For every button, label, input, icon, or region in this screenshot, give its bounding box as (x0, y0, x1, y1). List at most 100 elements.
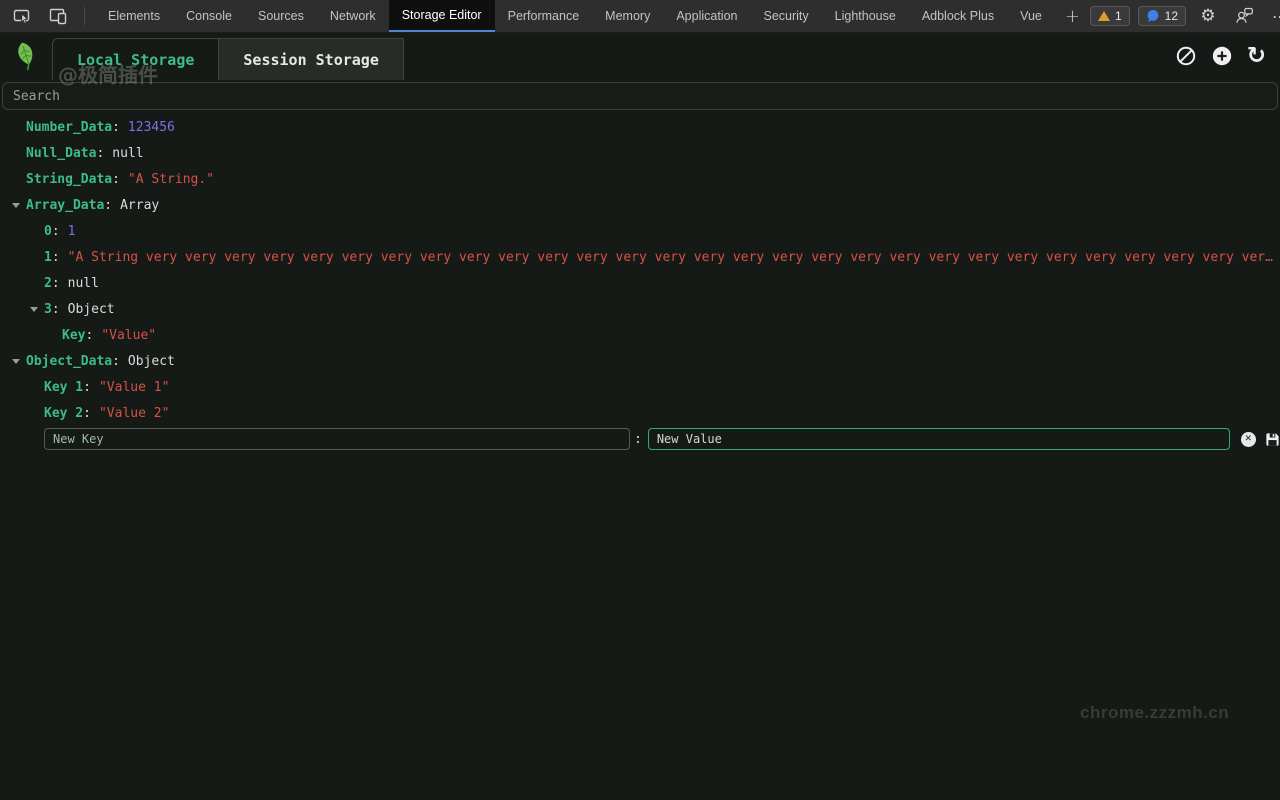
tree-colon: : (96, 146, 104, 161)
tree-key: Key 1 (44, 380, 83, 395)
tree-row[interactable]: 3: Object (0, 296, 1280, 322)
devtools-tab-vue[interactable]: Vue (1007, 0, 1055, 32)
tree-colon: : (104, 198, 112, 213)
tree-row[interactable]: Key 2: "Value 2" (0, 400, 1280, 426)
tree-key: 0 (44, 224, 52, 239)
refresh-icon[interactable]: ↻ (1247, 43, 1266, 69)
tree-value: "A String." (128, 172, 214, 187)
feedback-icon[interactable] (1230, 3, 1258, 29)
tree-row[interactable]: 2: null (0, 270, 1280, 296)
tree-colon: : (52, 302, 60, 317)
caret-down-icon[interactable] (28, 307, 44, 312)
inspect-element-icon[interactable] (8, 3, 36, 29)
issues-badge[interactable]: 12 (1138, 6, 1186, 26)
tree-key: 3 (44, 302, 52, 317)
issues-bubble-icon (1146, 9, 1160, 23)
devtools-tab-lighthouse[interactable]: Lighthouse (822, 0, 909, 32)
search-bar (0, 80, 1280, 112)
devtools-tab-adblock-plus[interactable]: Adblock Plus (909, 0, 1007, 32)
tree-key: 1 (44, 250, 52, 265)
tree-value: "Value 2" (99, 406, 169, 421)
devtools-tab-memory[interactable]: Memory (592, 0, 663, 32)
devtools-tab-sources[interactable]: Sources (245, 0, 317, 32)
settings-gear-icon[interactable]: ⚙ (1194, 3, 1222, 29)
caret-down-icon[interactable] (10, 203, 26, 208)
devtools-tab-console[interactable]: Console (173, 0, 245, 32)
tree-key: Object_Data (26, 354, 112, 369)
tree-row[interactable]: 1: "A String very very very very very ver… (0, 244, 1280, 270)
storage-tab-session-storage[interactable]: Session Storage (218, 39, 402, 80)
tree-key: 2 (44, 276, 52, 291)
tree-row[interactable]: Number_Data:123456 (0, 114, 1280, 140)
extension-header: Local StorageSession Storage @极简插件 ↻ (0, 33, 1280, 80)
devtools-tab-application[interactable]: Application (663, 0, 750, 32)
watermark-site: chrome.zzzmh.cn (1080, 703, 1229, 723)
leaf-logo-icon (10, 39, 42, 73)
tree-row[interactable]: Key: "Value" (0, 322, 1280, 348)
tree-row[interactable]: Object_Data: Object (0, 348, 1280, 374)
tree-row[interactable]: String_Data: "A String." (0, 166, 1280, 192)
tree-key: Key 2 (44, 406, 83, 421)
storage-tree: Number_Data:123456Null_Data:nullString_D… (0, 112, 1280, 426)
devtools-tab-performance[interactable]: Performance (495, 0, 593, 32)
tree-colon: : (85, 328, 93, 343)
tree-row[interactable]: Array_Data: Array (0, 192, 1280, 218)
tree-value: null (112, 146, 143, 161)
warnings-badge[interactable]: 1 (1090, 6, 1130, 26)
storage-tab-local-storage[interactable]: Local Storage (53, 39, 218, 80)
editor-separator: : (630, 432, 648, 447)
devtools-tab-storage-editor[interactable]: Storage Editor (389, 0, 495, 32)
warning-triangle-icon (1098, 11, 1110, 21)
tree-value: 123456 (128, 120, 175, 135)
warning-count: 1 (1115, 9, 1122, 23)
tree-colon: : (52, 276, 60, 291)
tree-key: Array_Data (26, 198, 104, 213)
tree-colon: : (83, 380, 91, 395)
devtools-tab-network[interactable]: Network (317, 0, 389, 32)
extension-actions: ↻ (1175, 43, 1266, 69)
tree-row[interactable]: Null_Data: null (0, 140, 1280, 166)
devtools-tab-security[interactable]: Security (750, 0, 821, 32)
search-input[interactable] (2, 82, 1278, 110)
tree-value: null (68, 276, 99, 291)
save-entry-icon[interactable] (1265, 432, 1280, 447)
tree-value: Object (128, 354, 175, 369)
tree-value: "Value" (101, 328, 156, 343)
new-key-input[interactable] (44, 428, 630, 450)
issue-count: 12 (1165, 9, 1178, 23)
tree-key: Number_Data (26, 120, 112, 135)
tree-key: String_Data (26, 172, 112, 187)
tree-row[interactable]: 0:1 (0, 218, 1280, 244)
devtools-right-controls: 1 12 ⚙ ⋯ ✕ (1090, 0, 1280, 32)
editor-actions: ✕ (1241, 432, 1280, 447)
tree-colon: : (112, 354, 120, 369)
storage-tabs: Local StorageSession Storage (52, 38, 404, 80)
tree-colon: : (112, 120, 120, 135)
tree-value: Object (68, 302, 115, 317)
clear-all-icon[interactable] (1175, 45, 1197, 67)
new-entry-editor: : ✕ (0, 426, 1280, 452)
tree-colon: : (52, 224, 60, 239)
devtools-left-icons (0, 0, 95, 32)
devtools-tabs: ElementsConsoleSourcesNetworkStorage Edi… (95, 0, 1055, 32)
more-options-icon[interactable]: ⋯ (1266, 3, 1280, 29)
add-entry-icon[interactable] (1211, 45, 1233, 67)
cancel-entry-icon[interactable]: ✕ (1241, 432, 1256, 447)
new-value-input[interactable] (648, 428, 1230, 450)
tree-row[interactable]: Key 1: "Value 1" (0, 374, 1280, 400)
toolbar-divider (84, 7, 85, 25)
tree-value: "A String very very very very very very … (68, 250, 1280, 265)
tree-key: Null_Data (26, 146, 96, 161)
devtools-tab-elements[interactable]: Elements (95, 0, 173, 32)
device-toolbar-icon[interactable] (44, 3, 72, 29)
tree-colon: : (83, 406, 91, 421)
new-panel-plus-icon[interactable]: + (1055, 0, 1090, 32)
tree-value: 1 (68, 224, 76, 239)
tree-value: "Value 1" (99, 380, 169, 395)
tree-colon: : (112, 172, 120, 187)
tree-key: Key (62, 328, 85, 343)
tree-value: Array (120, 198, 159, 213)
tree-colon: : (52, 250, 60, 265)
devtools-toolbar: ElementsConsoleSourcesNetworkStorage Edi… (0, 0, 1280, 33)
caret-down-icon[interactable] (10, 359, 26, 364)
